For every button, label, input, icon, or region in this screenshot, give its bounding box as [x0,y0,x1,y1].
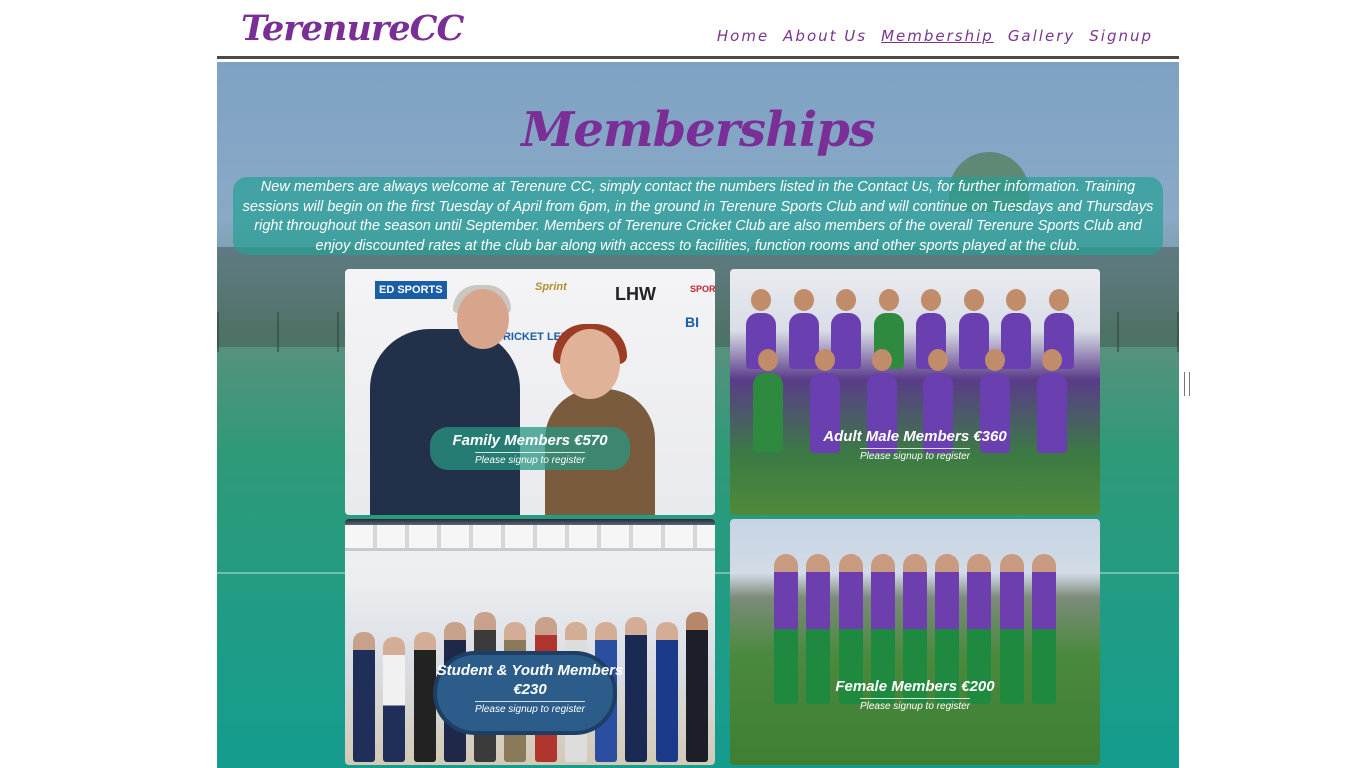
page: TerenureCC Home About Us Membership Gall… [217,0,1179,768]
card-title: Female Members €200 [835,678,995,695]
student-youth-photo [345,519,715,765]
sponsor-logo: BI [685,314,699,330]
resize-handle[interactable] [1184,372,1190,396]
membership-card-adult-male[interactable]: Adult Male Members €360 Please signup to… [730,269,1100,515]
nav-signup[interactable]: Signup [1089,27,1153,45]
card-label-pill: Family Members €570 Please signup to reg… [430,427,630,470]
membership-card-female[interactable]: Female Members €200 Please signup to reg… [730,519,1100,765]
card-divider [860,448,970,449]
presenter-figure [370,329,520,515]
hero-background: Memberships New members are always welco… [217,62,1179,768]
family-photo: ED SPORTS CRICKET LEINSTER LHW Sprint SP… [345,269,715,515]
female-team-photo [730,519,1100,765]
card-note: Please signup to register [859,451,971,462]
sponsor-logo: LHW [615,284,656,304]
sponsor-logo: Sprint [535,281,567,293]
site-logo[interactable]: TerenureCC [241,8,464,49]
site-header: TerenureCC Home About Us Membership Gall… [217,0,1179,59]
card-divider [475,452,585,453]
card-title: Adult Male Members €360 [823,428,1007,445]
presenter-head [457,289,509,349]
hall-curtain [345,525,715,551]
card-label: Student & Youth Members €230 Please sign… [345,661,715,715]
sponsor-logo: ED SPORTS [375,281,447,299]
card-note: Please signup to register [859,701,971,712]
page-title: Memberships [521,102,876,158]
nav-about-us[interactable]: About Us [783,27,867,45]
card-label: Family Members €570 Please signup to reg… [345,427,715,470]
recipient-head [560,329,620,399]
nav-membership[interactable]: Membership [881,27,994,45]
card-title: Student & Youth Members €230 [436,662,624,698]
card-title: Family Members €570 [452,432,608,449]
adult-male-team-photo [730,269,1100,515]
intro-text: New members are always welcome at Terenu… [233,177,1163,255]
card-label: Female Members €200 Please signup to reg… [730,677,1100,712]
card-label: Adult Male Members €360 Please signup to… [730,427,1100,462]
card-note: Please signup to register [474,455,586,466]
membership-card-family[interactable]: ED SPORTS CRICKET LEINSTER LHW Sprint SP… [345,269,715,515]
nav-home[interactable]: Home [717,27,769,45]
card-divider [475,701,585,702]
nav-gallery[interactable]: Gallery [1008,27,1075,45]
card-divider [860,698,970,699]
sponsor-logo: SPORTS [690,284,715,294]
membership-card-student-youth[interactable]: Student & Youth Members €230 Please sign… [345,519,715,765]
main-nav: Home About Us Membership Gallery Signup [717,27,1153,45]
card-note: Please signup to register [474,704,586,715]
